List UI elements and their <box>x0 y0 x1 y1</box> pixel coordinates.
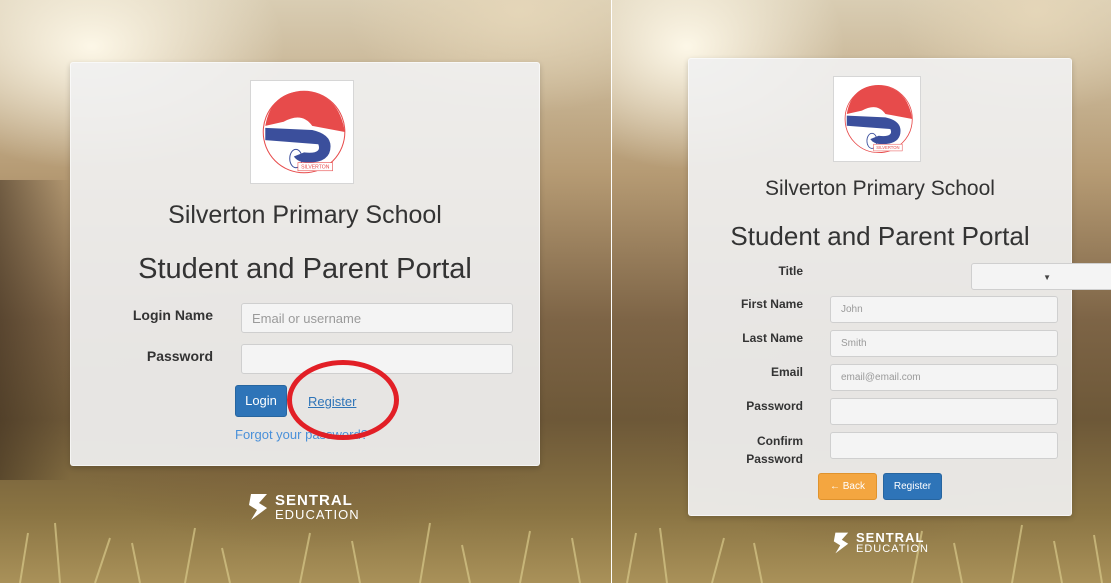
school-name: Silverton Primary School <box>765 177 995 200</box>
school-logo-image: SILVERTON <box>262 90 346 174</box>
title-select-box[interactable] <box>971 263 1111 290</box>
portal-title: Student and Parent Portal <box>138 253 472 285</box>
register-card: SILVERTON Silverton Primary School Stude… <box>688 58 1111 516</box>
school-logo-image: SILVERTON <box>844 84 913 154</box>
login-name-input[interactable] <box>241 303 513 333</box>
sentral-logo-icon <box>249 494 267 520</box>
forgot-password-link[interactable]: Forgot your password? <box>235 427 368 442</box>
last-name-input[interactable] <box>830 330 1058 357</box>
confirm-password-input[interactable] <box>830 432 1058 459</box>
email-input[interactable] <box>830 364 1058 391</box>
sentral-brand: SENTRAL EDUCATION <box>247 492 360 522</box>
first-name-input[interactable] <box>830 296 1058 323</box>
last-name-label: Last Name <box>742 331 803 345</box>
register-link[interactable]: Register <box>308 394 356 409</box>
password-label: Password <box>746 399 803 413</box>
first-name-label: First Name <box>740 297 803 311</box>
brand-line2: EDUCATION <box>275 507 360 522</box>
school-logo: SILVERTON <box>250 80 354 184</box>
email-label: Email <box>770 365 803 379</box>
login-card: SILVERTON Silverton Primary School Stude… <box>70 62 540 466</box>
register-button[interactable]: Register <box>883 473 942 500</box>
svg-text:SILVERTON: SILVERTON <box>876 145 899 150</box>
sentral-logo-icon <box>833 532 849 554</box>
login-button[interactable]: Login <box>235 385 287 417</box>
title-select[interactable]: ▼ <box>830 263 1111 290</box>
password-input[interactable] <box>241 344 513 374</box>
brand-line2: EDUCATION <box>856 543 929 555</box>
back-button-label: Back <box>842 481 865 492</box>
sentral-brand: SENTRAL EDUCATION <box>832 531 929 555</box>
school-name: Silverton Primary School <box>168 201 442 229</box>
school-logo: SILVERTON <box>833 76 921 162</box>
login-name-label: Login Name <box>132 307 213 323</box>
title-label: Title <box>778 264 803 278</box>
password-input[interactable] <box>830 398 1058 425</box>
confirm-password-label: Confirm Password <box>746 434 803 466</box>
background-shadow <box>0 180 70 480</box>
caret-down-icon: ▼ <box>1043 273 1051 282</box>
login-screen: SILVERTON Silverton Primary School Stude… <box>0 0 611 583</box>
svg-text:SILVERTON: SILVERTON <box>301 165 330 171</box>
arrow-left-icon: ← <box>829 481 840 492</box>
back-button[interactable]: ← Back <box>818 473 877 500</box>
brand-line1: SENTRAL <box>275 492 353 509</box>
portal-title: Student and Parent Portal <box>730 221 1030 251</box>
password-label: Password <box>146 348 213 364</box>
register-screen: SILVERTON Silverton Primary School Stude… <box>612 0 1111 583</box>
